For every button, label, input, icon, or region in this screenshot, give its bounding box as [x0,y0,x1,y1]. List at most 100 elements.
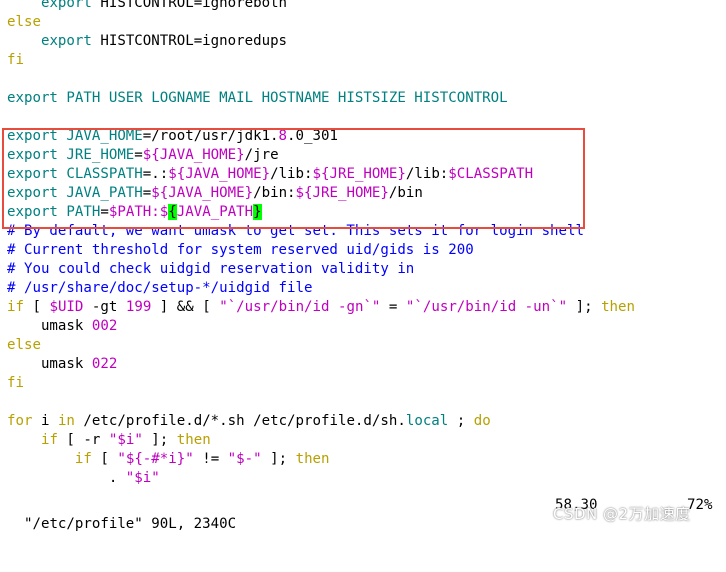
code-token: HISTCONTROL=ignoredups [91,33,288,49]
code-token: = [380,299,406,315]
code-token: . [7,470,126,486]
code-token: [ [91,451,118,467]
code-token: "$i" [125,470,160,486]
code-token: for [7,413,33,429]
code-token: 8 [278,128,288,144]
code-line: export HISTCONTROL=ignoreboth [7,0,722,13]
code-token: CLASSPATH [57,166,143,182]
code-token: $CLASSPATH [448,166,534,182]
code-token: 199 [125,299,152,315]
code-token: # Current threshold for system reserved … [7,242,474,258]
code-line: export JAVA_HOME=/root/usr/jdk1.8.0_301 [7,127,722,146]
code-token: export [7,204,58,220]
code-token: = [142,185,152,201]
code-token: then [176,432,211,448]
code-token: else [7,14,41,30]
code-token: fi [7,375,24,391]
code-token: fi [7,52,24,68]
code-token: != [193,451,228,467]
code-token: ${JRE_HOME} [295,185,389,201]
code-token: JAVA_PATH [57,185,143,201]
code-token: = [100,204,109,220]
code-token: PATH [57,204,101,220]
code-line: export JAVA_PATH=${JAVA_HOME}/bin:${JRE_… [7,184,722,203]
code-line: if [ -r "$i" ]; then [7,431,722,450]
code-line: export HISTCONTROL=ignoredups [7,32,722,51]
code-line: export JRE_HOME=${JAVA_HOME}/jre [7,146,722,165]
code-token: export [7,90,58,106]
code-token: "$i" [108,432,143,448]
code-token: JAVA_PATH [176,204,254,220]
code-token: ${JAVA_HOME} [142,147,245,163]
code-token: 022 [91,356,118,372]
code-line: # /usr/share/doc/setup-*/uidgid file [7,279,722,298]
code-token: ${JRE_HOME} [312,166,406,182]
code-token: if [74,451,92,467]
text-cursor: { [168,204,177,220]
code-line: umask 002 [7,317,722,336]
code-token: $UID [49,299,84,315]
code-token: ] && [ [151,299,220,315]
code-token: else [7,337,41,353]
text-cursor: } [253,204,262,220]
code-line: for i in /etc/profile.d/*.sh /etc/profil… [7,412,722,431]
code-token: /bin: [253,185,296,201]
code-line: if [ "${-#*i}" != "$-" ]; then [7,450,722,469]
code-line: export PATH USER LOGNAME MAIL HOSTNAME H… [7,89,722,108]
code-token: =/root/usr/jdk1. [142,128,279,144]
code-token: i [32,413,58,429]
code-line: else [7,336,722,355]
code-token: "${-#*i}" [117,451,194,467]
code-token: "$-" [227,451,262,467]
file-info: "/etc/profile" 90L, 2340C [23,516,237,532]
code-token: /lib: [405,166,449,182]
code-token: # You could check uidgid reservation val… [7,261,415,277]
code-token: if [40,432,58,448]
code-token: [ -r [57,432,109,448]
code-token: /etc/profile.d/*.sh /etc/profile.d/sh. [74,413,406,429]
code-token: # By default, we want umask to get set. … [7,223,584,239]
code-line: else [7,13,722,32]
code-token: export [7,166,58,182]
code-token: export [7,185,58,201]
code-line: umask 022 [7,355,722,374]
code-token: /jre [244,147,279,163]
code-line: # By default, we want umask to get set. … [7,222,722,241]
code-token: $PATH [108,204,152,220]
code-token: HISTCONTROL=ignoreboth [91,0,288,11]
code-token: [ [23,299,50,315]
vim-editor-buffer[interactable]: export HISTCONTROL=ignoreboth else export… [7,0,722,488]
code-token: "`/usr/bin/id -un`" [405,299,568,315]
code-token: umask [7,356,92,372]
code-line: fi [7,51,722,70]
code-token: local [405,413,449,429]
code-line: # Current threshold for system reserved … [7,241,722,260]
code-token: /bin [388,185,423,201]
code-token: ]; [567,299,602,315]
code-line: if [ $UID -gt 199 ] && [ "`/usr/bin/id -… [7,298,722,317]
code-token: export [40,33,92,49]
code-line: export PATH=$PATH:${JAVA_PATH} [7,203,722,222]
code-lines: export HISTCONTROL=ignoreboth else export… [7,0,722,488]
code-token: umask [7,318,92,334]
code-line: fi [7,374,722,393]
code-line: # You could check uidgid reservation val… [7,260,722,279]
code-token: ${JAVA_HOME} [151,185,254,201]
code-token: export [40,0,92,11]
csdn-watermark: CSDN @2万加速度 [553,505,691,523]
code-token: PATH USER LOGNAME MAIL HOSTNAME HISTSIZE… [57,90,508,106]
code-token: ]; [261,451,296,467]
code-token: :$ [151,204,169,220]
code-token: then [295,451,330,467]
code-token: =.: [142,166,169,182]
code-token: if [7,299,24,315]
code-token: # /usr/share/doc/setup-*/uidgid file [7,280,313,296]
code-token: export [7,128,58,144]
